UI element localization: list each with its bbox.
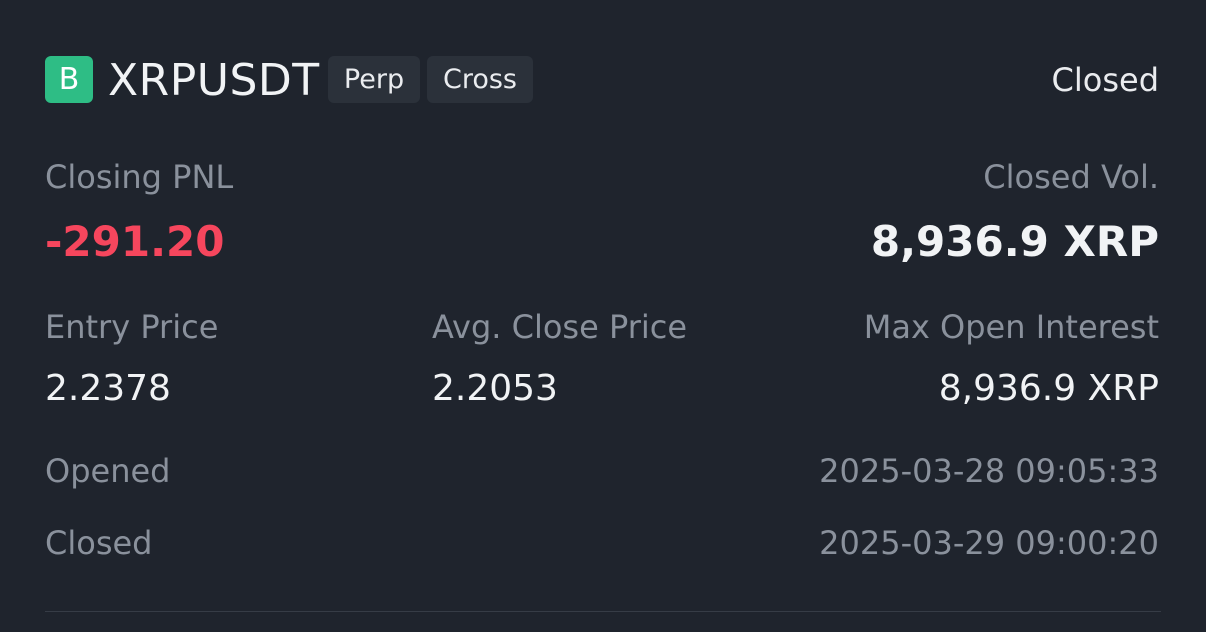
closed-vol-label: Closed Vol. [983,158,1159,196]
avg-close-price-label: Avg. Close Price [432,308,688,346]
buy-side-badge: B [45,56,93,103]
card-divider [45,611,1161,612]
closed-time: 2025-03-29 09:00:20 [819,524,1159,562]
closed-vol-value: 8,936.9 XRP [870,217,1159,266]
max-open-interest-value: 8,936.9 XRP [938,368,1159,409]
position-status: Closed [1051,61,1159,99]
opened-label: Opened [45,452,171,490]
entry-price-label: Entry Price [45,308,219,346]
margin-mode-tag: Cross [427,56,533,103]
position-history-card[interactable]: B XRPUSDT Perp Cross Closed Closing PNL … [0,0,1206,632]
closed-label: Closed [45,524,153,562]
opened-time: 2025-03-28 09:05:33 [819,452,1159,490]
avg-close-price-value: 2.2053 [432,368,558,409]
symbol-title: XRPUSDT [108,55,320,106]
perp-tag: Perp [328,56,420,103]
closing-pnl-value: -291.20 [45,217,225,266]
entry-price-value: 2.2378 [45,368,171,409]
closing-pnl-label: Closing PNL [45,158,234,196]
max-open-interest-label: Max Open Interest [863,308,1159,346]
